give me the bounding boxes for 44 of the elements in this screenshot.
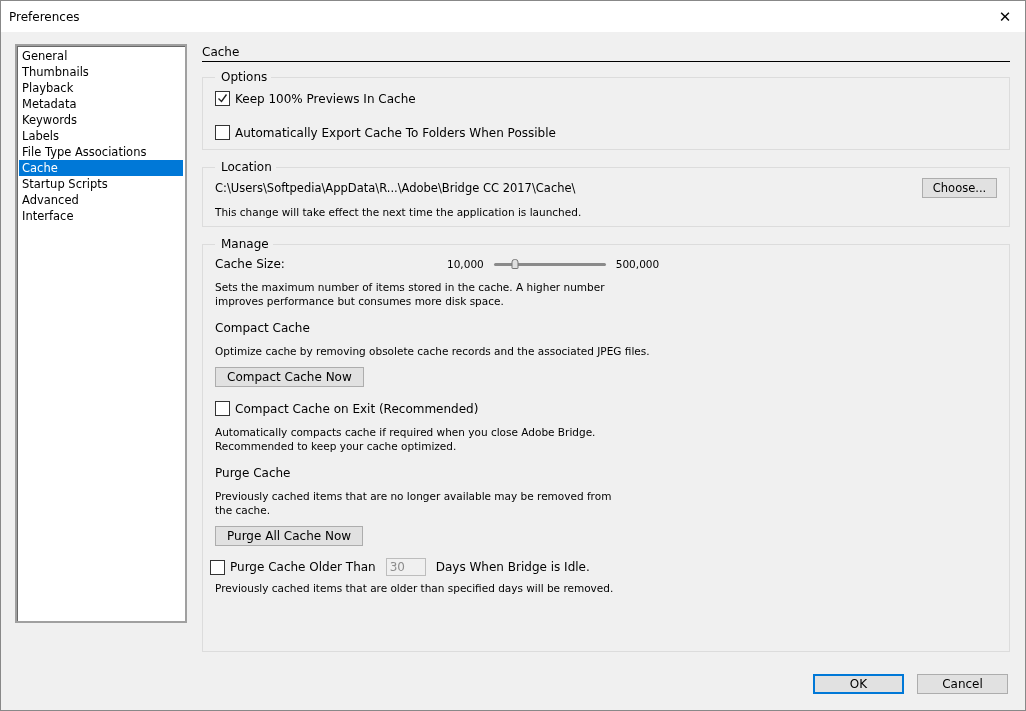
category-item[interactable]: Labels <box>19 128 183 144</box>
category-item[interactable]: Advanced <box>19 192 183 208</box>
checkbox[interactable] <box>215 91 230 106</box>
slider-max-label: 500,000 <box>615 258 660 270</box>
dialog-button[interactable]: OK <box>813 674 904 694</box>
group-title: Manage <box>220 237 270 251</box>
category-item[interactable]: Cache <box>19 160 183 176</box>
checkbox-label: Keep 100% Previews In Cache <box>235 91 416 106</box>
category-item[interactable]: Metadata <box>19 96 183 112</box>
section-title: Purge Cache <box>215 466 292 480</box>
category-item[interactable]: Thumbnails <box>19 64 183 80</box>
section-title: Compact Cache <box>215 321 311 335</box>
category-item[interactable]: Playback <box>19 80 183 96</box>
cache-size-note: Sets the maximum number of items stored in the cache. A higher number improves performance but consumes more disk space. <box>215 280 606 308</box>
category-item[interactable]: Keywords <box>19 112 183 128</box>
slider-thumb[interactable] <box>511 258 519 269</box>
checkbox[interactable] <box>215 125 230 140</box>
checkbox[interactable] <box>215 401 230 416</box>
purge-note: Previously cached items that are older than specified days will be removed. <box>215 581 615 595</box>
category-item[interactable]: Interface <box>19 208 183 224</box>
window-title: Preferences <box>9 9 80 24</box>
compact-note: Automatically compacts cache if required when you close Adobe Bridge. Recommended to keep your cache optimized. <box>215 425 597 453</box>
purge-cache-button[interactable]: Purge All Cache Now <box>215 526 364 546</box>
location-note: This change will take effect the next time the application is launched. <box>215 206 583 218</box>
category-item[interactable]: General <box>19 48 183 64</box>
group-title: Location <box>220 160 273 174</box>
cache-size-slider[interactable] <box>493 262 606 266</box>
category-item[interactable]: File Type Associations <box>19 144 183 160</box>
checkbox-label: Compact Cache on Exit (Recommended) <box>235 401 479 416</box>
checkbox-label: Purge Cache Older Than <box>230 560 376 574</box>
dialog-button[interactable]: Cancel <box>917 674 1008 694</box>
cache-path: C:\Users\Softpedia\AppData\R...\Adobe\Bridge CC 2017\Cache\ <box>215 181 576 195</box>
close-button[interactable]: ✕ <box>985 1 1025 32</box>
choose-button[interactable]: Choose... <box>922 178 997 198</box>
purge-description: Previously cached items that are no longer available may be removed from the cache. <box>215 489 613 517</box>
cache-size-label: Cache Size: <box>215 257 286 271</box>
page-title: Cache <box>202 44 1010 62</box>
group-title: Options <box>220 70 269 84</box>
checkbox-label: Automatically Export Cache To Folders When Possible <box>235 125 556 140</box>
compact-cache-button[interactable]: Compact Cache Now <box>215 367 364 387</box>
compact-description: Optimize cache by removing obsolete cache records and the associated JPEG files. <box>215 344 651 358</box>
slider-min-label: 10,000 <box>447 258 484 270</box>
checkbox-label-suffix: Days When Bridge is Idle. <box>435 560 590 574</box>
category-item[interactable]: Startup Scripts <box>19 176 183 192</box>
